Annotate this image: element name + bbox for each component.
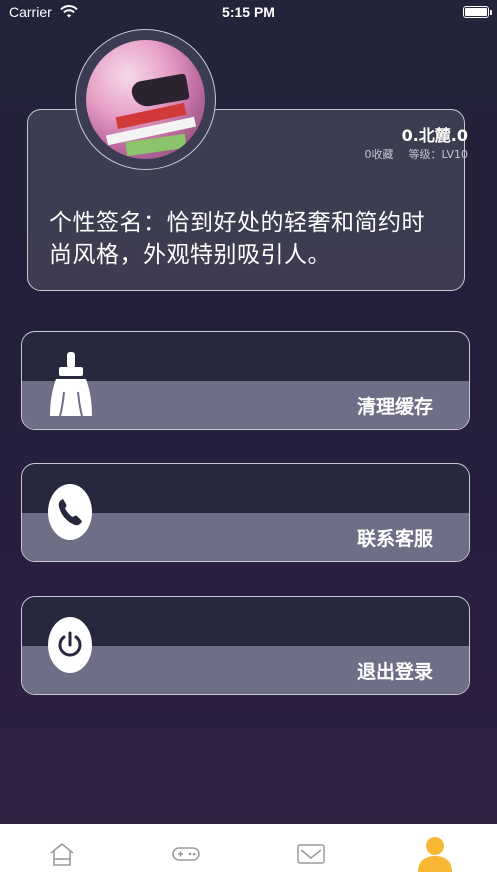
status-bar: Carrier 5:15 PM: [0, 0, 497, 24]
contact-support-label: 联系客服: [356, 528, 433, 550]
user-icon: [417, 836, 452, 872]
avatar[interactable]: [86, 40, 205, 159]
profile-meta: 0收藏 等级：LV10: [365, 146, 468, 162]
home-icon: [50, 842, 74, 866]
phone-icon: [48, 484, 92, 540]
clear-cache-button[interactable]: 清理缓存: [21, 331, 470, 430]
tab-profile[interactable]: [373, 824, 497, 883]
clear-cache-label: 清理缓存: [356, 396, 433, 418]
battery-icon: [463, 6, 492, 18]
tab-bar: [0, 824, 497, 883]
logout-button[interactable]: 退出登录: [21, 596, 470, 695]
tab-home[interactable]: [0, 824, 124, 883]
status-time: 5:15 PM: [222, 4, 275, 20]
favorites-count: 0收藏: [364, 148, 394, 161]
user-level: 等级：LV10: [408, 148, 468, 161]
contact-support-button[interactable]: 联系客服: [21, 463, 470, 562]
power-icon: [48, 617, 92, 673]
gamepad-icon: [172, 846, 201, 861]
mail-icon: [296, 843, 325, 864]
logout-label: 退出登录: [356, 661, 433, 683]
tab-games[interactable]: [124, 824, 248, 883]
broom-icon: [48, 352, 94, 420]
username: 0.北麓.0: [401, 126, 468, 145]
tab-messages[interactable]: [249, 824, 373, 883]
signature-text: 个性签名：恰到好处的轻奢和简约时尚风格，外观特别吸引人。: [49, 210, 425, 268]
